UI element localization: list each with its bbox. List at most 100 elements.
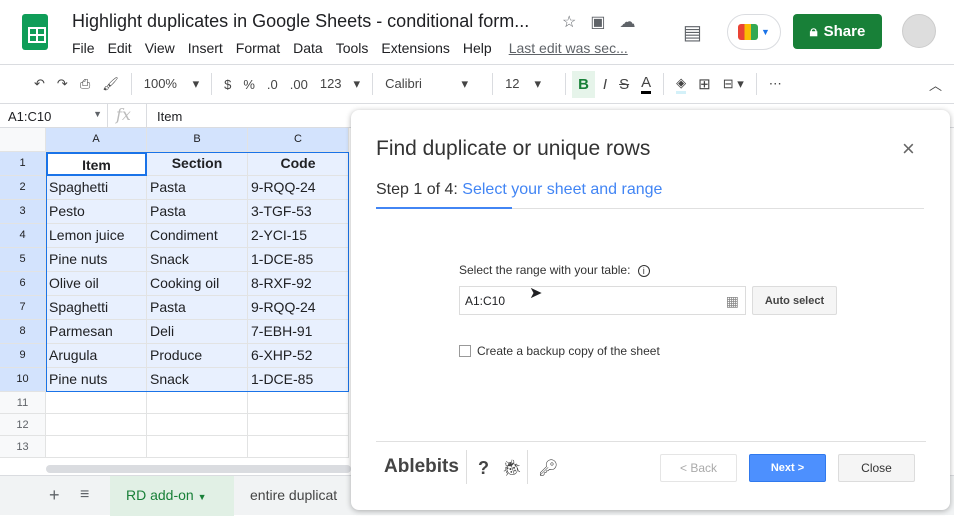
row-header[interactable]: 1 [0,152,46,176]
avatar[interactable] [902,14,936,48]
back-button[interactable]: < Back [660,454,737,482]
cell[interactable]: Lemon juice [46,224,147,248]
collapse-toolbar-icon[interactable]: ︿ [929,75,942,94]
zoom-select[interactable]: 100% ▾ [144,76,199,92]
tab-rd-add-on[interactable]: RD add-on ▼ [110,476,234,516]
row-header[interactable]: 10 [0,368,46,392]
fill-color-icon[interactable]: ◈ [676,75,687,94]
row-header[interactable]: 11 [0,392,46,414]
cell[interactable] [147,414,248,436]
paint-format-icon[interactable]: 🖌︎ [102,76,119,92]
column-header-c[interactable]: C [248,128,349,152]
cell[interactable]: Item [46,152,147,176]
redo-icon[interactable]: ↷ [57,76,68,92]
cell[interactable] [147,436,248,458]
undo-icon[interactable]: ↶ [34,76,45,92]
last-edit-link[interactable]: Last edit was sec... [509,40,628,56]
row-header[interactable]: 12 [0,414,46,436]
menu-insert[interactable]: Insert [188,40,223,56]
row-header[interactable]: 3 [0,200,46,224]
move-folder-icon[interactable]: ▣ [590,12,605,32]
increase-decimal-button[interactable]: .00 [290,77,308,92]
menu-data[interactable]: Data [293,40,323,56]
cell[interactable]: Arugula [46,344,147,368]
cell[interactable]: Snack [147,368,248,392]
cell[interactable]: Olive oil [46,272,147,296]
cell[interactable]: Snack [147,248,248,272]
cell[interactable]: Code [248,152,349,176]
name-box[interactable]: A1:C10 ▼ [8,109,102,124]
cell[interactable] [147,392,248,414]
share-button[interactable]: 🔒︎ Share [793,14,882,49]
info-icon[interactable]: i [637,265,650,277]
cell[interactable]: 1-DCE-85 [248,368,349,392]
add-sheet-icon[interactable]: + [49,485,60,506]
cell[interactable]: Produce [147,344,248,368]
cell[interactable]: Pesto [46,200,147,224]
font-size-select[interactable]: 12 ▾ [505,76,553,92]
cell[interactable]: 3-TGF-53 [248,200,349,224]
select-all-corner[interactable] [0,128,46,152]
cell[interactable]: 8-RXF-92 [248,272,349,296]
font-select[interactable]: Calibri ▾ [385,76,480,92]
row-header[interactable]: 13 [0,436,46,458]
row-header[interactable]: 5 [0,248,46,272]
row-header[interactable]: 7 [0,296,46,320]
cell[interactable]: 6-XHP-52 [248,344,349,368]
print-icon[interactable]: ⎙ [80,76,90,92]
row-header[interactable]: 8 [0,320,46,344]
range-input[interactable]: A1:C10 ▦ [459,286,746,315]
cell[interactable]: 7-EBH-91 [248,320,349,344]
cell[interactable]: Deli [147,320,248,344]
formula-input[interactable]: Item [157,109,182,124]
cell[interactable]: Pasta [147,296,248,320]
star-icon[interactable]: ☆ [562,12,576,32]
close-icon[interactable]: × [902,136,915,162]
cell[interactable]: Cooking oil [147,272,248,296]
menu-extensions[interactable]: Extensions [381,40,449,56]
text-color-button[interactable]: A [641,74,652,94]
sheets-logo[interactable] [22,14,48,50]
backup-checkbox[interactable] [459,345,471,357]
cell[interactable] [46,392,147,414]
row-header[interactable]: 2 [0,176,46,200]
close-button[interactable]: Close [838,454,915,482]
backup-checkbox-row[interactable]: Create a backup copy of the sheet [459,344,660,358]
help-icon[interactable]: ? [478,458,489,479]
percent-button[interactable]: % [243,77,255,92]
horizontal-scrollbar[interactable] [46,465,351,473]
cell[interactable] [46,414,147,436]
cell[interactable] [248,392,349,414]
decrease-decimal-button[interactable]: .0 [267,77,278,92]
row-header[interactable]: 6 [0,272,46,296]
menu-view[interactable]: View [145,40,175,56]
strikethrough-button[interactable]: S [619,76,629,93]
menu-format[interactable]: Format [236,40,280,56]
italic-button[interactable]: I [603,76,607,93]
doc-title[interactable]: Highlight duplicates in Google Sheets - … [72,11,529,32]
cell[interactable] [46,436,147,458]
grid-select-icon[interactable]: ▦ [726,293,739,310]
more-formats-button[interactable]: 123 ▾ [320,76,360,92]
cloud-status-icon[interactable]: ☁ [619,12,635,32]
comments-icon[interactable]: ▤ [683,20,702,45]
column-header-b[interactable]: B [147,128,248,152]
cell[interactable]: 1-DCE-85 [248,248,349,272]
meet-button[interactable]: ▼ [727,14,781,50]
cell[interactable]: Parmesan [46,320,147,344]
menu-edit[interactable]: Edit [108,40,132,56]
cell[interactable]: Pine nuts [46,368,147,392]
cell[interactable]: Condiment [147,224,248,248]
next-button[interactable]: Next > [749,454,826,482]
row-header[interactable]: 9 [0,344,46,368]
auto-select-button[interactable]: Auto select [752,286,837,315]
borders-icon[interactable]: ⊞ [698,75,711,93]
cell[interactable]: Spaghetti [46,176,147,200]
cell[interactable]: 2-YCI-15 [248,224,349,248]
cell[interactable] [248,436,349,458]
menu-help[interactable]: Help [463,40,492,56]
cell[interactable]: Section [147,152,248,176]
bug-report-icon[interactable]: 🐞︎ [502,458,522,478]
cell[interactable] [248,414,349,436]
more-options-button[interactable]: ⋯ [769,76,782,92]
